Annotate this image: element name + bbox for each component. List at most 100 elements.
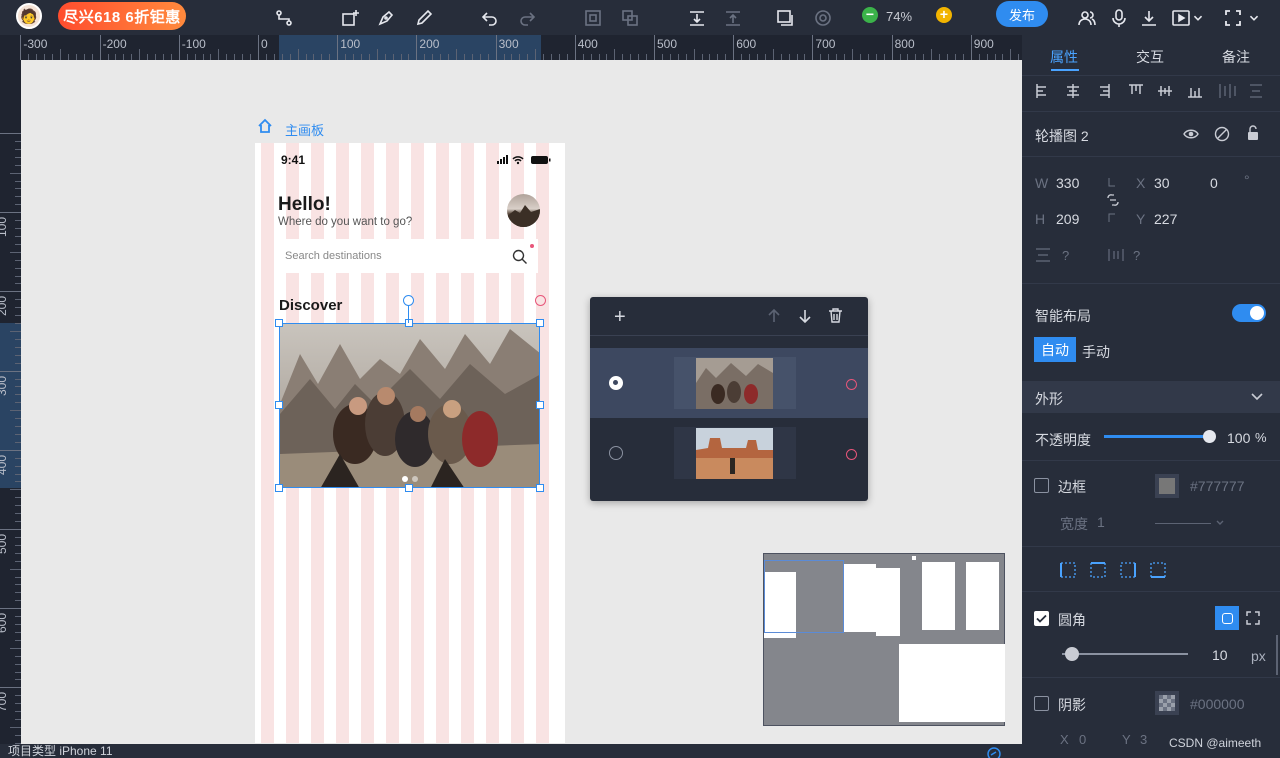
height-input[interactable]: 209 [1056,211,1079,227]
resize-handle[interactable] [536,319,544,327]
resize-handle[interactable] [275,319,283,327]
zoom-out-button[interactable]: − [862,7,878,23]
resize-handle[interactable] [536,401,544,409]
border-width-value[interactable]: 1 [1097,514,1105,530]
download-icon[interactable] [1136,0,1162,35]
delete-icon[interactable] [828,308,843,323]
promo-badge[interactable]: 尽兴618 6折钜惠 [58,2,186,30]
resize-handle[interactable] [405,319,413,327]
radius-value[interactable]: 10 [1212,647,1228,663]
shadow-color-value[interactable]: #000000 [1190,696,1245,712]
shadow-checkbox[interactable] [1034,696,1049,711]
opacity-value[interactable]: 100 [1227,430,1250,446]
layout-auto-button[interactable]: 自动 [1034,337,1076,362]
chevron-down-icon[interactable] [1250,391,1264,403]
help-icon[interactable] [986,746,1002,758]
resize-handle[interactable] [275,484,283,492]
align-toolbar[interactable] [1034,82,1268,100]
corner-radius-checkbox[interactable] [1034,611,1049,626]
pencil-icon[interactable] [411,0,437,35]
search-input[interactable]: Search destinations [285,250,382,262]
opacity-slider-track[interactable] [1104,430,1216,443]
chevron-down-icon[interactable] [1215,518,1225,528]
home-icon[interactable] [257,118,273,134]
link-ratio-icon[interactable] [1106,178,1120,222]
distribute-vertical-icon[interactable] [1035,248,1051,262]
move-up-icon[interactable] [767,309,781,323]
undo-icon[interactable] [477,0,503,35]
carousel-image[interactable] [279,323,540,488]
y-input[interactable]: 227 [1154,211,1177,227]
panel-scrollbar[interactable] [1276,635,1278,675]
slide-item-2[interactable] [590,418,868,488]
resize-handle[interactable] [405,484,413,492]
group-icon[interactable] [580,0,606,35]
tab-properties[interactable]: 属性 [1050,47,1078,67]
device-frame-icon[interactable] [772,0,798,35]
shadow-y-value[interactable]: 3 [1140,732,1147,747]
disable-icon[interactable] [1214,126,1230,142]
align-bottom-icon[interactable] [684,0,710,35]
align-top-icon[interactable] [720,0,746,35]
slide-radio[interactable] [609,446,623,460]
radius-uniform-button[interactable] [1215,606,1239,630]
remove-slide-icon[interactable] [846,379,857,390]
carousel-dot[interactable] [402,476,408,482]
artboard-label[interactable]: 主画板 [285,120,324,139]
distribute-v-value[interactable]: ? [1062,248,1069,263]
border-color-value[interactable]: #777777 [1190,478,1245,494]
border-color-swatch[interactable] [1155,474,1179,498]
appearance-header[interactable]: 外形 [1022,381,1280,413]
zoom-in-button[interactable]: + [936,7,952,23]
connector-icon[interactable] [271,0,297,35]
rotation-input[interactable]: 0 [1210,175,1218,191]
microphone-icon[interactable] [1106,0,1132,35]
resize-handle[interactable] [275,401,283,409]
remove-icon[interactable] [535,295,546,306]
radius-slider-knob[interactable] [1065,647,1079,661]
add-frame-icon[interactable] [337,0,363,35]
fullscreen-icon[interactable] [1220,0,1246,35]
minimap[interactable] [763,553,1005,726]
unlock-icon[interactable] [1245,125,1261,141]
shadow-x-value[interactable]: 0 [1079,732,1086,747]
search-bar[interactable]: Search destinations [278,239,538,273]
width-input[interactable]: 330 [1056,175,1079,191]
ungroup-icon[interactable] [617,0,643,35]
distribute-horizontal-icon[interactable] [1108,248,1124,262]
radius-slider-track[interactable] [1062,647,1188,661]
layout-manual-button[interactable]: 手动 [1082,342,1110,362]
shadow-color-swatch[interactable] [1155,691,1179,715]
tab-notes[interactable]: 备注 [1222,47,1250,67]
move-down-icon[interactable] [798,309,812,323]
radius-individual-icon[interactable] [1246,611,1260,625]
chevron-down-icon[interactable] [1246,0,1262,35]
user-avatar[interactable]: 🧑 [16,3,42,29]
slide-radio-selected[interactable] [609,376,623,390]
collaborators-icon[interactable] [1074,0,1100,35]
slide-item-1[interactable] [590,348,868,418]
rotate-handle[interactable] [403,295,414,306]
minimap-viewport[interactable] [764,560,844,633]
pen-icon[interactable] [373,0,399,35]
border-style-line[interactable] [1155,523,1211,524]
smart-layout-toggle[interactable] [1232,304,1266,322]
settings-icon[interactable] [810,0,836,35]
add-slide-icon[interactable]: + [614,307,626,327]
visibility-eye-icon[interactable] [1183,126,1199,142]
x-input[interactable]: 30 [1154,175,1170,191]
avatar[interactable] [507,194,540,227]
zoom-level[interactable]: 74% [886,9,912,24]
chevron-down-icon[interactable] [1190,0,1206,35]
opacity-slider-knob[interactable] [1203,430,1216,443]
border-sides-toolbar[interactable] [1060,562,1180,578]
publish-button[interactable]: 发布 [996,1,1048,27]
carousel-dot[interactable] [412,476,418,482]
redo-icon[interactable] [514,0,540,35]
tab-interaction[interactable]: 交互 [1136,47,1164,67]
search-icon[interactable] [512,249,528,265]
resize-handle[interactable] [536,484,544,492]
border-checkbox[interactable] [1034,478,1049,493]
component-name[interactable]: 轮播图 2 [1035,126,1089,146]
distribute-h-value[interactable]: ? [1133,248,1140,263]
